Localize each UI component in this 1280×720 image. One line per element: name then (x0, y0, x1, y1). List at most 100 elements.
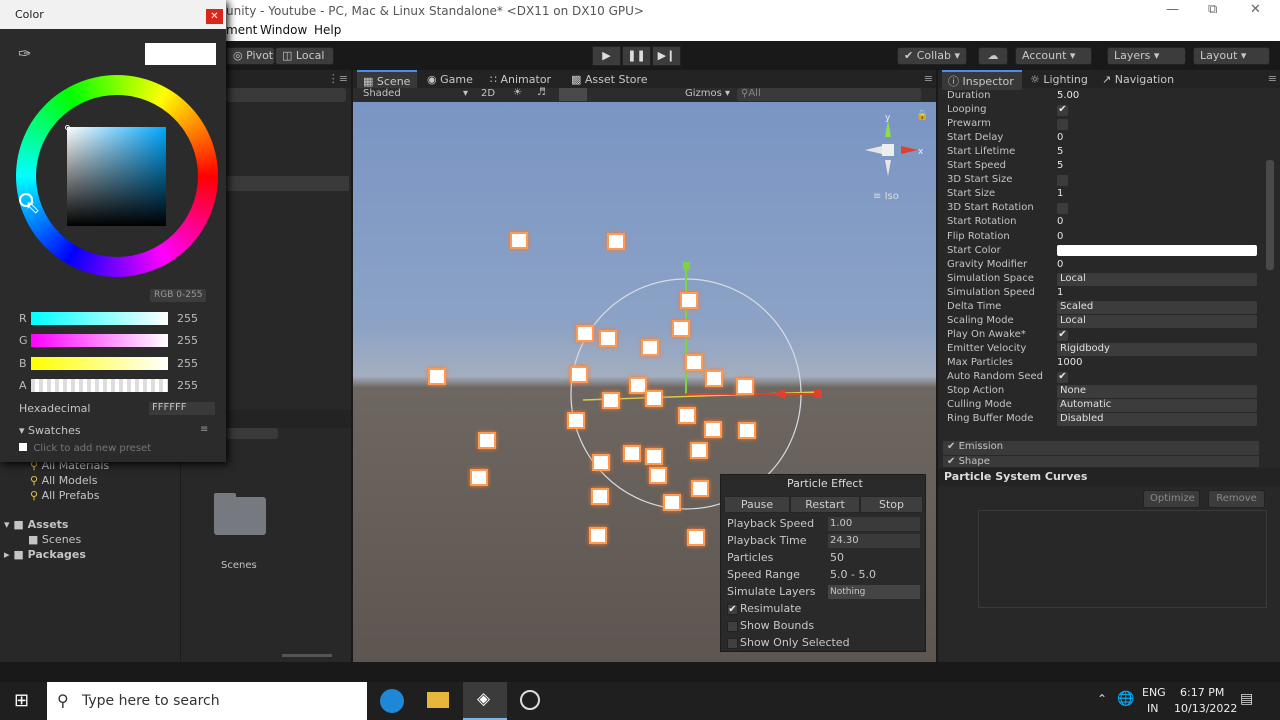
project-search[interactable] (226, 428, 278, 439)
remove-button[interactable]: Remove (1208, 490, 1265, 508)
effects-icon[interactable] (559, 88, 587, 101)
optimize-button[interactable]: Optimize (1143, 490, 1200, 508)
saturation-value-square[interactable] (67, 127, 166, 226)
pause-effect-button[interactable]: Pause (724, 496, 790, 513)
zoom-slider[interactable] (282, 654, 332, 657)
inspector-value-field[interactable]: 5 (1057, 146, 1063, 157)
menu-help[interactable]: Help (314, 23, 341, 37)
account-dropdown[interactable]: Account ▾ (1015, 47, 1092, 65)
playback-time-field[interactable]: 24.30 (828, 534, 920, 548)
close-window-icon[interactable]: ✕ (1250, 2, 1261, 17)
inspector-value-field[interactable]: 0 (1057, 132, 1063, 143)
playback-speed-field[interactable]: 1.00 (828, 517, 920, 531)
inspector-value-field[interactable]: 1000 (1057, 357, 1082, 368)
inspector-checkbox[interactable] (1057, 175, 1068, 187)
curves-area[interactable] (978, 510, 1267, 608)
r-slider[interactable] (31, 312, 168, 325)
inspector-value-field[interactable]: 0 (1057, 259, 1063, 270)
scenes-folder-tile[interactable] (214, 493, 266, 535)
taskbar-search-box[interactable]: ⚲ Type here to search (47, 682, 367, 720)
recorder-icon[interactable] (520, 690, 540, 710)
inspector-scrollbar[interactable] (1266, 160, 1274, 270)
inspector-dropdown[interactable]: Automatic (1057, 399, 1257, 413)
inspector-value-field[interactable]: 1 (1057, 287, 1063, 298)
inspector-dropdown[interactable]: Local (1057, 272, 1257, 286)
swatches-toggle[interactable]: ▾ Swatches (19, 424, 81, 437)
tab-scene[interactable]: ▦ Scene (357, 70, 417, 90)
inspector-dropdown[interactable]: Disabled (1057, 413, 1257, 427)
module-emission[interactable]: ✔ Emission (943, 441, 1259, 455)
swatches-hint[interactable]: Click to add new preset (19, 443, 151, 454)
eyedropper-icon[interactable]: ✑ (18, 44, 31, 63)
step-button[interactable]: ▶❙ (652, 46, 681, 66)
lock-icon[interactable]: 🔒 (916, 110, 928, 121)
swatches-menu-icon[interactable]: ≡ (200, 424, 208, 435)
inspector-dropdown[interactable]: Scaled (1057, 300, 1257, 314)
inspector-dropdown[interactable]: Local (1057, 314, 1257, 328)
scene-search[interactable]: ⚲All (737, 88, 921, 101)
b-slider[interactable] (31, 357, 168, 370)
panel-menu-icon[interactable]: ≡ (1268, 72, 1277, 85)
menu-component[interactable]: ment (226, 23, 257, 37)
hex-field[interactable]: FFFFFF (149, 402, 215, 415)
inspector-dropdown[interactable]: Rigidbody (1057, 342, 1257, 356)
clock-date[interactable]: 10/13/2022 (1174, 702, 1237, 715)
show-bounds-checkbox[interactable]: Show Bounds (727, 619, 814, 632)
network-icon[interactable]: 🌐 (1117, 691, 1134, 707)
restart-effect-button[interactable]: Restart (790, 496, 860, 513)
pause-button[interactable]: ❚❚ (622, 46, 651, 66)
inspector-value-field[interactable]: 5 (1057, 160, 1063, 171)
tree-assets[interactable]: ▾ ■ Assets (4, 517, 86, 532)
tray-expand-icon[interactable]: ⌃ (1097, 692, 1107, 706)
a-slider[interactable] (31, 379, 168, 392)
inspector-value-field[interactable]: 1 (1057, 188, 1063, 199)
inspector-value-field[interactable]: 0 (1057, 216, 1063, 227)
b-value[interactable]: 255 (177, 357, 198, 370)
windows-start-icon[interactable]: ⊞ (14, 690, 29, 711)
favorite-item[interactable]: ⚲ All Prefabs (30, 488, 109, 503)
layers-dropdown[interactable]: Layers ▾ (1107, 47, 1186, 65)
inspector-checkbox[interactable]: ✔ (1057, 105, 1068, 117)
play-button[interactable]: ▶ (592, 46, 621, 66)
module-shape[interactable]: ✔ Shape (943, 456, 1259, 467)
inspector-checkbox[interactable] (1057, 119, 1068, 131)
shading-dropdown[interactable]: Shaded (363, 88, 401, 99)
inspector-dropdown[interactable]: None (1057, 385, 1257, 399)
g-slider[interactable] (31, 334, 168, 347)
g-value[interactable]: 255 (177, 334, 198, 347)
resimulate-checkbox[interactable]: ✔ Resimulate (727, 602, 801, 615)
tab-asset-store[interactable]: ▩ Asset Store (571, 70, 648, 90)
orientation-gizmo[interactable]: y x (858, 110, 932, 190)
inspector-checkbox[interactable] (1057, 203, 1068, 215)
language-region[interactable]: IN (1147, 702, 1158, 715)
a-value[interactable]: 255 (177, 379, 198, 392)
tab-game[interactable]: ◉ Game (427, 70, 473, 90)
file-explorer-icon[interactable] (427, 692, 449, 708)
local-toggle[interactable]: ◫ Local (275, 47, 334, 65)
tree-packages[interactable]: ▸ ■ Packages (4, 547, 86, 562)
inspector-value-field[interactable]: 5.00 (1057, 90, 1079, 101)
clock-time[interactable]: 6:17 PM (1180, 686, 1224, 699)
pivot-toggle[interactable]: ◎ Pivot (226, 47, 275, 65)
favorite-item[interactable]: ⚲ All Models (30, 473, 109, 488)
start-color-swatch[interactable] (1057, 244, 1257, 256)
simulate-layers-dropdown[interactable]: Nothing (828, 585, 920, 599)
menu-window[interactable]: Window (260, 23, 307, 37)
tab-inspector[interactable]: ⓘ Inspector (942, 70, 1022, 90)
gizmos-dropdown[interactable]: Gizmos ▾ (685, 88, 730, 99)
unity-taskbar-button[interactable]: ◈ (463, 682, 507, 720)
collab-dropdown[interactable]: ✔ Collab ▾ (897, 47, 967, 65)
inspector-value-field[interactable]: 0 (1057, 231, 1063, 242)
tab-lighting[interactable]: ☼ Lighting (1030, 70, 1088, 90)
r-value[interactable]: 255 (177, 312, 198, 325)
edge-icon[interactable] (380, 689, 404, 713)
stop-effect-button[interactable]: Stop (860, 496, 923, 513)
show-only-selected-checkbox[interactable]: Show Only Selected (727, 636, 850, 649)
lighting-icon[interactable]: ☀ (513, 87, 522, 98)
color-mode-dropdown[interactable]: RGB 0-255 (150, 289, 207, 302)
hierarchy-search[interactable] (226, 88, 346, 102)
layout-dropdown[interactable]: Layout ▾ (1193, 47, 1270, 65)
panel-menu-icon[interactable]: ⋮≡ (328, 72, 348, 85)
close-icon[interactable]: ✕ (206, 9, 223, 24)
hierarchy-selected-row[interactable] (226, 176, 349, 191)
